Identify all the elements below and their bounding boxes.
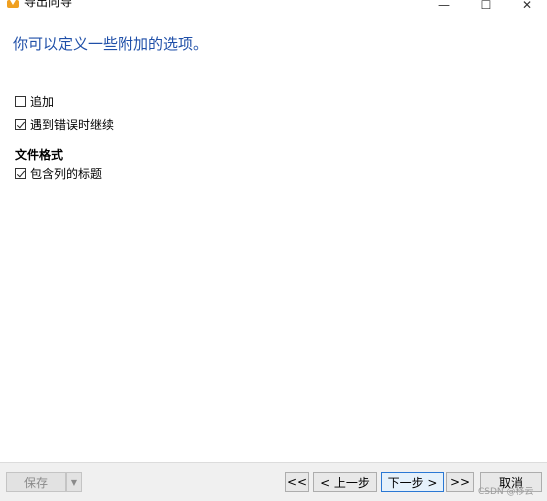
next-button[interactable]: 下一步 > [381,472,444,492]
wizard-footer: 保存 ▼ << < 上一步 下一步 > >> 取消 [0,462,547,501]
continue-on-error-label[interactable]: 遇到错误时继续 [30,116,114,133]
save-dropdown-button: ▼ [66,472,82,492]
append-option[interactable]: 追加 [15,93,54,109]
file-format-title: 文件格式 [15,148,64,162]
continue-on-error-option[interactable]: 遇到错误时继续 [15,116,114,132]
first-step-button[interactable]: << [285,472,309,492]
include-column-titles-label[interactable]: 包含列的标题 [30,165,102,182]
last-step-button[interactable]: >> [446,472,474,492]
minimize-button[interactable]: — [424,0,464,14]
maximize-button[interactable]: ☐ [466,0,506,14]
include-column-titles-checkbox[interactable] [15,167,26,179]
title-bar: 导出向导 — ☐ ✕ [0,0,547,14]
watermark: CSDN @移云 [478,487,534,497]
continue-on-error-checkbox[interactable] [15,118,26,130]
include-column-titles-option[interactable]: 包含列的标题 [15,165,102,181]
page-heading: 你可以定义一些附加的选项。 [13,35,209,53]
append-checkbox[interactable] [15,95,26,107]
previous-button[interactable]: < 上一步 [313,472,377,492]
save-button: 保存 [6,472,66,492]
append-label[interactable]: 追加 [30,93,54,110]
close-button[interactable]: ✕ [507,0,547,14]
window-title: 导出向导 [24,0,73,9]
export-wizard-icon [7,0,19,8]
